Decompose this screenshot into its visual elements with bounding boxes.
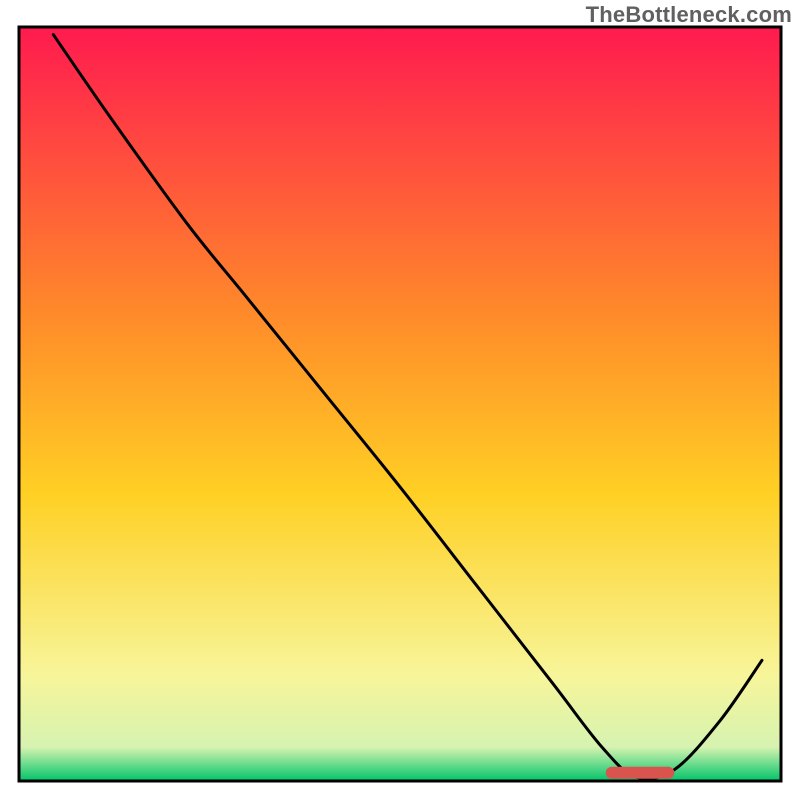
gradient-background [19,27,781,781]
chart-svg [0,0,800,800]
attribution-label: TheBottleneck.com [586,2,792,28]
optimal-marker [606,767,675,779]
plot-area [19,27,781,781]
